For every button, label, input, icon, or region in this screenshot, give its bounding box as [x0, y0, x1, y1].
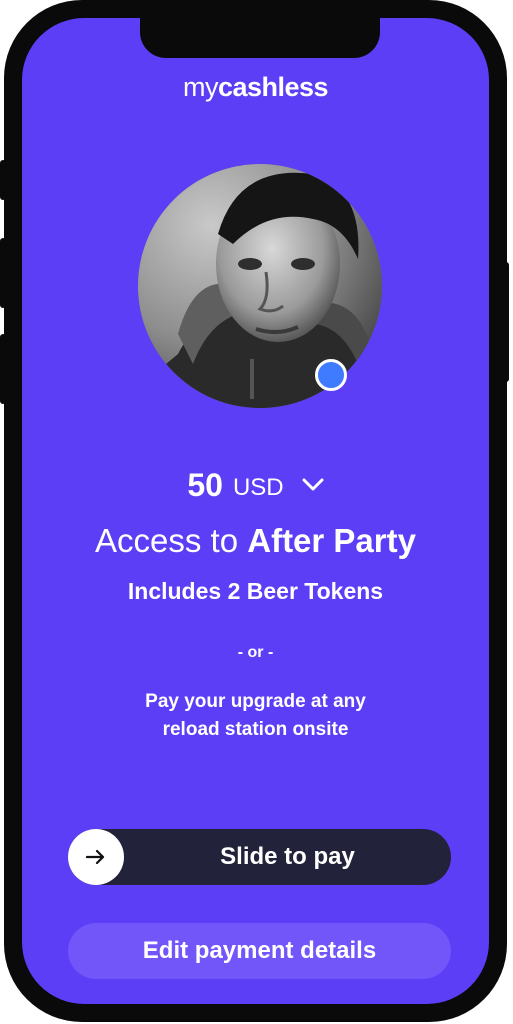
page-title: Access to After Party: [22, 522, 489, 560]
currency-label: USD: [232, 473, 284, 501]
chevron-down-icon[interactable]: [302, 478, 324, 497]
title-prefix: Access to: [95, 522, 239, 559]
edit-payment-details-button[interactable]: Edit payment details: [68, 923, 451, 979]
side-button-volume-up: [0, 238, 6, 308]
slide-to-pay-slider[interactable]: Slide to pay: [68, 829, 451, 885]
slider-label: Slide to pay: [220, 843, 355, 870]
package-description: Includes 2 Beer Tokens: [127, 578, 384, 604]
amount-value: 50: [187, 467, 223, 503]
logo-text-bold: cashless: [217, 72, 329, 102]
side-button-volume-down: [0, 334, 6, 404]
title-event-name: After Party: [247, 522, 416, 559]
phone-notch: [140, 18, 380, 58]
note-line-1: Pay your upgrade at any: [145, 691, 366, 712]
app-logo: mycashless: [22, 72, 489, 103]
or-separator: - or -: [237, 644, 274, 661]
amount-selector[interactable]: 50 USD: [22, 467, 489, 504]
logo-text-light: my: [182, 72, 219, 102]
app-screen: mycashless 50 USD Access to After Party …: [22, 18, 489, 1004]
side-button-power: [503, 262, 509, 382]
alternative-payment-note: Pay your upgrade at any reload station o…: [22, 688, 489, 744]
note-line-2: reload station onsite: [162, 719, 349, 740]
arrow-right-icon: [86, 849, 105, 865]
phone-frame: mycashless 50 USD Access to After Party …: [0, 0, 509, 1022]
status-indicator: [315, 359, 347, 391]
side-button-mute: [0, 160, 6, 200]
slider-handle[interactable]: [68, 829, 124, 885]
